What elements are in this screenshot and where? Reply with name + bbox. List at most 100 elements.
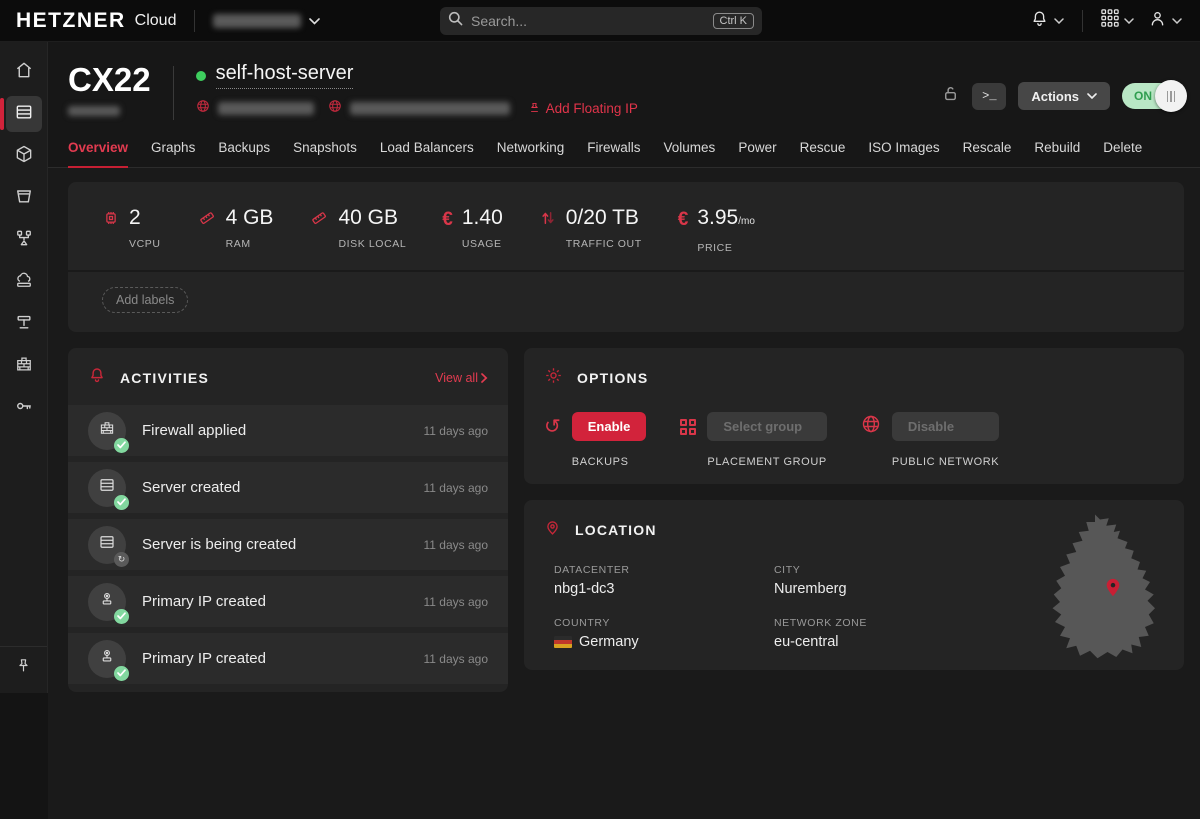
success-check-icon	[114, 666, 129, 681]
field-network-zone: NETWORK ZONE eu-central	[774, 617, 994, 650]
actions-button[interactable]: Actions	[1018, 82, 1110, 110]
options-card: OPTIONS ↺ Enable BACKUPS Select group PL…	[524, 348, 1184, 484]
activity-row[interactable]: Firewall applied 11 days ago	[68, 405, 508, 456]
activity-time: 11 days ago	[424, 481, 489, 495]
activity-text: Firewall applied	[142, 422, 246, 439]
sidebar-item-volumes[interactable]	[6, 180, 42, 216]
sidebar-item-servers[interactable]	[6, 96, 42, 132]
power-toggle-knob[interactable]	[1155, 80, 1187, 112]
view-all-link[interactable]: View all	[435, 371, 488, 385]
option-label: PUBLIC NETWORK	[892, 456, 999, 468]
tab-rebuild[interactable]: Rebuild	[1034, 140, 1080, 167]
tab-graphs[interactable]: Graphs	[151, 140, 195, 167]
pending-icon: ↻	[114, 552, 129, 567]
user-menu[interactable]	[1146, 5, 1184, 37]
germany-map	[1036, 512, 1164, 662]
apps-menu[interactable]	[1099, 5, 1136, 36]
sidebar-item-networks[interactable]	[6, 222, 42, 258]
sidebar-item-security[interactable]	[6, 390, 42, 426]
sidebar-item-images[interactable]	[6, 138, 42, 174]
options-title: OPTIONS	[577, 370, 648, 386]
tab-iso-images[interactable]: ISO Images	[868, 140, 939, 167]
traffic-icon	[539, 209, 557, 254]
map-marker-icon	[1105, 578, 1121, 602]
stat-vcpu: 2VCPU	[102, 206, 161, 254]
tab-firewalls[interactable]: Firewalls	[587, 140, 640, 167]
add-labels-button[interactable]: Add labels	[102, 287, 188, 313]
load-balancer-icon	[14, 270, 34, 295]
floating-ip-icon	[14, 312, 34, 337]
activity-row[interactable]: ↻ Server is being created 11 days ago	[68, 519, 508, 570]
server-name[interactable]: self-host-server	[216, 62, 354, 89]
success-check-icon	[114, 609, 129, 624]
disable-public-network-button[interactable]: Disable	[892, 412, 999, 441]
enable-backups-button[interactable]: Enable	[572, 412, 647, 441]
search-bar[interactable]: Ctrl K	[440, 7, 762, 35]
avatar	[88, 640, 126, 678]
redacted-ipv4	[218, 102, 314, 115]
globe-icon	[861, 414, 881, 439]
location-card: LOCATION DATACENTER nbg1-dc3 CITY Nuremb…	[524, 500, 1184, 670]
power-toggle[interactable]: ON	[1122, 83, 1184, 109]
server-stats-card: 2VCPU 4 GBRAM 40 GBDISK LOCAL € 1.40USAG…	[68, 182, 1184, 332]
avatar	[88, 412, 126, 450]
activity-time: 11 days ago	[424, 652, 489, 666]
avatar: ↻	[88, 526, 126, 564]
sidebar-item-firewalls[interactable]	[6, 348, 42, 384]
activity-text: Server created	[142, 479, 240, 496]
activity-time: 11 days ago	[424, 538, 489, 552]
tab-load-balancers[interactable]: Load Balancers	[380, 140, 474, 167]
tab-networking[interactable]: Networking	[497, 140, 565, 167]
hetzner-logo[interactable]: HETZNER	[16, 9, 126, 33]
search-input[interactable]	[471, 13, 713, 29]
stat-price: € 3.95/moPRICE	[678, 206, 755, 254]
pushpin-icon[interactable]	[15, 657, 32, 679]
server-tabs: Overview Graphs Backups Snapshots Load B…	[48, 140, 1200, 168]
sidebar-item-load-balancers[interactable]	[6, 264, 42, 300]
tab-rescale[interactable]: Rescale	[963, 140, 1012, 167]
activity-time: 11 days ago	[424, 595, 489, 609]
search-shortcut-badge: Ctrl K	[713, 13, 755, 29]
tab-snapshots[interactable]: Snapshots	[293, 140, 357, 167]
stat-traffic: 0/20 TBTRAFFIC OUT	[539, 206, 642, 254]
ram-icon	[197, 209, 217, 254]
network-icon	[14, 228, 34, 253]
ip-icon	[98, 647, 116, 670]
project-selector[interactable]	[213, 12, 320, 30]
tab-delete[interactable]: Delete	[1103, 140, 1142, 167]
add-floating-ip-link[interactable]: Add Floating IP	[528, 101, 638, 117]
server-icon	[14, 102, 34, 127]
notifications-menu[interactable]	[1028, 5, 1066, 37]
tab-backups[interactable]: Backups	[218, 140, 270, 167]
tab-volumes[interactable]: Volumes	[664, 140, 716, 167]
sidebar-footer	[0, 646, 47, 693]
germany-flag-icon	[554, 636, 572, 648]
cpu-icon	[102, 209, 120, 254]
user-icon	[1148, 9, 1167, 33]
activity-row[interactable]: Primary IP created 11 days ago	[68, 633, 508, 684]
tab-overview[interactable]: Overview	[68, 140, 128, 168]
sidebar-item-home[interactable]	[6, 54, 42, 90]
bell-icon	[1030, 9, 1049, 33]
tab-rescue[interactable]: Rescue	[800, 140, 846, 167]
console-button[interactable]: >_	[972, 83, 1006, 110]
main-content: CX22 self-host-server Add Floating IP	[48, 42, 1200, 693]
success-check-icon	[114, 438, 129, 453]
topbar-divider	[1082, 10, 1083, 32]
globe-icon	[196, 99, 210, 118]
field-datacenter: DATACENTER nbg1-dc3	[554, 564, 774, 597]
unlocked-icon[interactable]	[941, 83, 960, 109]
select-group-button[interactable]: Select group	[707, 412, 826, 441]
home-icon	[14, 60, 34, 85]
key-icon	[14, 396, 34, 421]
server-icon	[98, 476, 116, 499]
option-placement-group: Select group PLACEMENT GROUP	[680, 412, 826, 468]
activity-row[interactable]: Primary IP created 11 days ago	[68, 576, 508, 627]
stat-disk: 40 GBDISK LOCAL	[309, 206, 406, 254]
chevron-down-icon	[1087, 93, 1097, 99]
option-public-network: Disable PUBLIC NETWORK	[861, 412, 999, 468]
tab-power[interactable]: Power	[738, 140, 776, 167]
topbar: HETZNER Cloud Ctrl K	[0, 0, 1200, 42]
activity-row[interactable]: Server created 11 days ago	[68, 462, 508, 513]
sidebar-item-floating-ips[interactable]	[6, 306, 42, 342]
